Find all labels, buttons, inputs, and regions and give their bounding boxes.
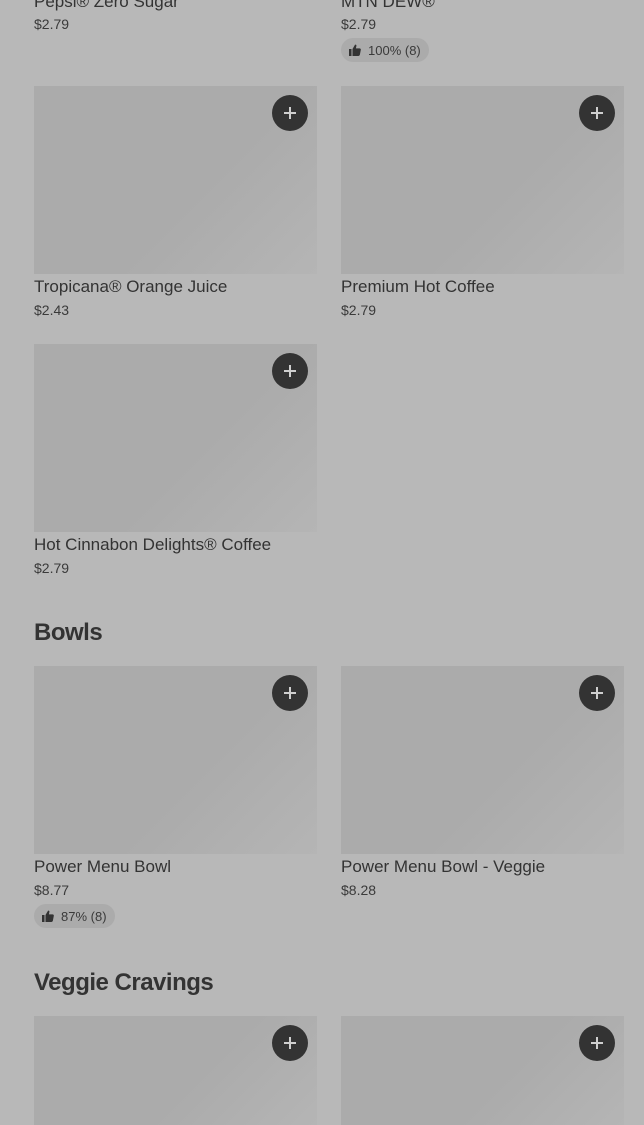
menu-item-card[interactable] (34, 666, 317, 854)
item-name: MTN DEW® (341, 0, 435, 11)
item-name: Power Menu Bowl (34, 857, 172, 876)
section-title-veggie-cravings: Veggie Cravings (34, 969, 214, 996)
item-price: $8.28 (341, 882, 377, 898)
item-image[interactable] (341, 1016, 624, 1125)
thumbs-up-icon (349, 44, 361, 56)
plus-icon (284, 365, 296, 377)
item-image[interactable] (341, 86, 624, 274)
menu-item-card[interactable] (341, 1016, 624, 1125)
rating-text: 100% (8) (368, 42, 421, 58)
add-item-button[interactable] (579, 675, 615, 711)
add-item-button[interactable] (272, 353, 308, 389)
plus-icon (591, 1037, 603, 1049)
plus-icon (284, 107, 296, 119)
item-price: $2.79 (34, 560, 70, 576)
item-image[interactable] (34, 344, 317, 532)
menu-item-card[interactable] (341, 86, 624, 274)
item-price: $2.79 (341, 302, 377, 318)
add-item-button[interactable] (272, 675, 308, 711)
item-price: $2.79 (341, 16, 377, 32)
item-name: Hot Cinnabon Delights® Coffee (34, 535, 272, 554)
item-price: $2.79 (34, 16, 70, 32)
add-item-button[interactable] (579, 1025, 615, 1061)
section-title-bowls: Bowls (34, 619, 103, 646)
plus-icon (284, 687, 296, 699)
plus-icon (591, 107, 603, 119)
item-image[interactable] (34, 1016, 317, 1125)
menu-item-card[interactable] (341, 666, 624, 854)
add-item-button[interactable] (272, 95, 308, 131)
plus-icon (591, 687, 603, 699)
item-name: Power Menu Bowl - Veggie (341, 857, 546, 876)
item-price: $8.77 (34, 882, 70, 898)
item-image[interactable] (34, 86, 317, 274)
thumbs-up-icon (42, 910, 54, 922)
menu-item-card[interactable] (34, 1016, 317, 1125)
menu-page: Pepsi® Zero Sugar $2.79 MTN DEW® $2.79 1… (0, 0, 644, 1125)
menu-item-card[interactable] (34, 86, 317, 274)
plus-icon (284, 1037, 296, 1049)
item-price: $2.43 (34, 302, 70, 318)
item-name: Pepsi® Zero Sugar (34, 0, 179, 11)
add-item-button[interactable] (272, 1025, 308, 1061)
add-item-button[interactable] (579, 95, 615, 131)
item-image[interactable] (34, 666, 317, 854)
rating-badge: 100% (8) (341, 38, 429, 62)
item-name: Premium Hot Coffee (341, 277, 495, 296)
item-name: Tropicana® Orange Juice (34, 277, 228, 296)
rating-text: 87% (8) (61, 908, 107, 924)
menu-item-card[interactable] (34, 344, 317, 532)
rating-badge: 87% (8) (34, 904, 115, 928)
item-image[interactable] (341, 666, 624, 854)
